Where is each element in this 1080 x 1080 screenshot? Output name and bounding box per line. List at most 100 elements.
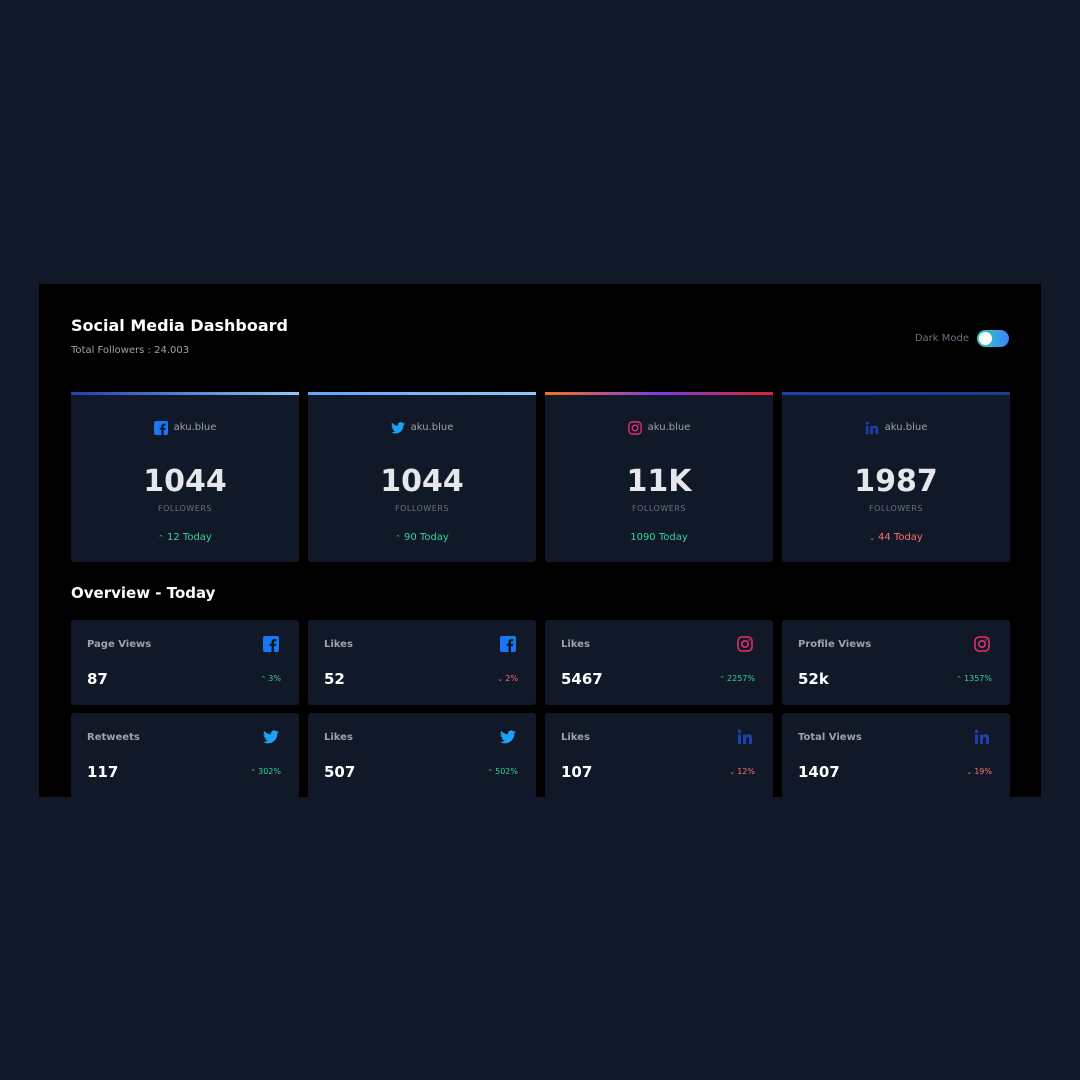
card-handle: aku.blue	[545, 420, 773, 435]
card-handle: aku.blue	[71, 420, 299, 435]
today-text: 44 Today	[878, 532, 923, 543]
page-title: Social Media Dashboard	[71, 316, 288, 335]
overview-card[interactable]: Likes 107 ⌄ 12%	[545, 713, 773, 797]
change-percent: 302%	[258, 767, 281, 776]
stat-label: Likes	[324, 732, 353, 743]
stat-change: ⌃ 502%	[487, 767, 518, 776]
arrow-down-icon: ⌄	[497, 674, 504, 683]
follower-count: 11K	[626, 464, 692, 499]
arrow-up-icon: ⌃	[719, 674, 726, 683]
overview-card[interactable]: Likes 507 ⌃ 502%	[308, 713, 536, 797]
total-followers: Total Followers : 24.003	[71, 345, 190, 356]
change-percent: 1357%	[964, 674, 992, 683]
today-change: ⌃ 90 Today	[308, 532, 536, 543]
follower-card-instagram[interactable]: aku.blue 11K FOLLOWERS 1090 Today	[545, 392, 773, 562]
stat-label: Profile Views	[798, 639, 872, 650]
facebook-icon	[153, 420, 168, 435]
arrow-up-icon: ⌃	[250, 767, 257, 776]
arrow-up-icon: ⌃	[487, 767, 494, 776]
overview-card[interactable]: Retweets 117 ⌃ 302%	[71, 713, 299, 797]
overview-card[interactable]: Likes 52 ⌄ 2%	[308, 620, 536, 705]
followers-label: FOLLOWERS	[158, 504, 212, 513]
today-text: 90 Today	[404, 532, 449, 543]
facebook-icon	[263, 636, 279, 652]
arrow-down-icon: ⌄	[869, 533, 876, 542]
stat-change: ⌄ 19%	[966, 767, 992, 776]
followers-label: FOLLOWERS	[869, 504, 923, 513]
stat-change: ⌄ 2%	[497, 674, 518, 683]
follower-card-facebook[interactable]: aku.blue 1044 FOLLOWERS ⌃ 12 Today	[71, 392, 299, 562]
overview-title: Overview - Today	[71, 584, 216, 602]
stat-label: Likes	[561, 639, 590, 650]
stat-value: 52k	[798, 670, 829, 688]
dashboard-panel: Social Media Dashboard Total Followers :…	[39, 284, 1041, 797]
accent-bar	[545, 392, 773, 395]
stat-value: 507	[324, 763, 356, 781]
dark-mode-switch: Dark Mode	[915, 330, 1009, 347]
arrow-down-icon: ⌄	[729, 767, 736, 776]
today-change: ⌃ 12 Today	[71, 532, 299, 543]
arrow-up-icon: ⌃	[260, 674, 267, 683]
stat-label: Retweets	[87, 732, 140, 743]
stat-value: 117	[87, 763, 119, 781]
dark-mode-label: Dark Mode	[914, 333, 969, 344]
arrow-up-icon: ⌃	[956, 674, 963, 683]
followers-label: FOLLOWERS	[632, 504, 686, 513]
linkedin-icon	[737, 729, 753, 745]
stat-label: Likes	[561, 732, 590, 743]
stat-value: 87	[87, 670, 108, 688]
overview-card[interactable]: Likes 5467 ⌃ 2257%	[545, 620, 773, 705]
overview-card[interactable]: Profile Views 52k ⌃ 1357%	[782, 620, 1010, 705]
change-percent: 2257%	[727, 674, 755, 683]
today-text: 12 Today	[167, 532, 212, 543]
twitter-icon	[500, 729, 516, 745]
stat-value: 52	[324, 670, 345, 688]
followers-label: FOLLOWERS	[395, 504, 449, 513]
linkedin-icon	[974, 729, 990, 745]
accent-bar	[71, 392, 299, 395]
arrow-up-icon: ⌃	[158, 533, 165, 542]
today-text: 1090 Today	[630, 532, 688, 543]
stat-value: 1407	[798, 763, 840, 781]
change-percent: 12%	[737, 767, 755, 776]
arrow-down-icon: ⌄	[966, 767, 973, 776]
facebook-icon	[500, 636, 516, 652]
arrow-up-icon: ⌃	[395, 533, 402, 542]
change-percent: 2%	[505, 674, 518, 683]
follower-cards: aku.blue 1044 FOLLOWERS ⌃ 12 Today aku.blue 10…	[71, 392, 1010, 562]
instagram-icon	[737, 636, 753, 652]
stat-label: Page Views	[87, 639, 152, 650]
stat-value: 107	[561, 763, 593, 781]
change-percent: 3%	[268, 674, 281, 683]
handle-text: aku.blue	[173, 421, 217, 433]
twitter-icon	[263, 729, 279, 745]
stat-label: Total Views	[798, 732, 862, 743]
instagram-icon	[974, 636, 990, 652]
instagram-icon	[627, 420, 642, 435]
accent-bar	[782, 392, 1010, 395]
change-percent: 19%	[974, 767, 992, 776]
follower-count: 1044	[143, 464, 227, 499]
twitter-icon	[390, 420, 405, 434]
dark-mode-toggle[interactable]	[977, 330, 1009, 347]
follower-card-linkedin[interactable]: aku.blue 1987 FOLLOWERS ⌄ 44 Today	[782, 392, 1010, 562]
toggle-knob	[979, 332, 992, 345]
overview-grid: Page Views 87 ⌃ 3% Likes 52 ⌄ 2% Likes 5467 ⌃ 2257%…	[71, 620, 1010, 797]
accent-bar	[308, 392, 536, 395]
stat-label: Likes	[324, 639, 353, 650]
stat-change: ⌃ 302%	[250, 767, 281, 776]
stat-value: 5467	[561, 670, 603, 688]
handle-text: aku.blue	[410, 421, 454, 433]
stat-change: ⌃ 2257%	[719, 674, 755, 683]
linkedin-icon	[865, 420, 879, 435]
change-percent: 502%	[495, 767, 518, 776]
overview-card[interactable]: Page Views 87 ⌃ 3%	[71, 620, 299, 705]
today-change: ⌄ 44 Today	[782, 532, 1010, 543]
overview-card[interactable]: Total Views 1407 ⌄ 19%	[782, 713, 1010, 797]
stat-change: ⌃ 3%	[260, 674, 281, 683]
follower-count: 1987	[854, 464, 938, 499]
today-change: 1090 Today	[545, 532, 773, 543]
handle-text: aku.blue	[884, 421, 928, 433]
stat-change: ⌃ 1357%	[956, 674, 992, 683]
follower-card-twitter[interactable]: aku.blue 1044 FOLLOWERS ⌃ 90 Today	[308, 392, 536, 562]
